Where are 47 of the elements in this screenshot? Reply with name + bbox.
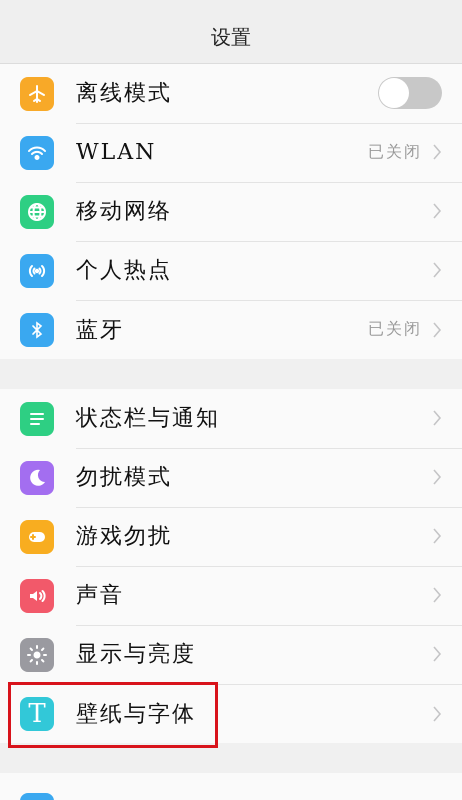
status-text: 已关闭 xyxy=(368,319,422,340)
speaker-icon xyxy=(20,578,54,612)
airplane-icon xyxy=(20,76,54,110)
bluetooth-icon xyxy=(20,312,54,346)
chevron-icon xyxy=(432,202,442,220)
text-icon: T xyxy=(20,696,54,730)
chevron-icon xyxy=(432,261,442,279)
setting-label: WLAN xyxy=(76,140,158,164)
setting-label: 离线模式 xyxy=(76,80,173,108)
wifi-icon xyxy=(20,136,54,170)
setting-label: 状态栏与通知 xyxy=(76,405,221,433)
setting-label: 移动网络 xyxy=(76,198,173,226)
settings-row[interactable]: T 壁纸与字体 xyxy=(0,684,462,743)
chevron-icon xyxy=(432,645,442,663)
chevron-icon xyxy=(432,143,442,161)
setting-label: 蓝牙 xyxy=(76,316,125,344)
moon-icon xyxy=(20,460,54,494)
settings-row[interactable]: 游戏勿扰 xyxy=(0,507,462,566)
gamepad-icon xyxy=(20,520,54,554)
settings-row[interactable]: 声音 xyxy=(0,566,462,625)
setting-label: 游戏勿扰 xyxy=(76,523,173,551)
list-icon xyxy=(20,402,54,436)
settings-row[interactable]: 状态栏与通知 xyxy=(0,389,462,448)
setting-label: 显示与亮度 xyxy=(76,641,197,669)
setting-label: 个人热点 xyxy=(76,257,173,285)
settings-row[interactable]: WLAN 已关闭 xyxy=(0,123,462,182)
chevron-icon xyxy=(432,468,442,486)
hotspot-icon xyxy=(20,254,54,288)
setting-label: 勿扰模式 xyxy=(76,464,173,492)
settings-row[interactable]: 蓝牙 已关闭 xyxy=(0,300,462,359)
setting-label: 声音 xyxy=(76,582,125,610)
setting-label: 壁纸与字体 xyxy=(76,700,197,728)
settings-row[interactable]: 离线模式 xyxy=(0,64,462,123)
settings-row[interactable]: 显示与亮度 xyxy=(0,625,462,684)
chevron-icon xyxy=(432,586,442,604)
toggle-switch[interactable] xyxy=(378,77,442,109)
chevron-icon xyxy=(432,320,442,338)
status-text: 已关闭 xyxy=(368,142,422,162)
globe-icon xyxy=(20,194,54,228)
chevron-icon xyxy=(432,409,442,427)
sun-icon xyxy=(20,638,54,672)
settings-row[interactable]: 移动网络 xyxy=(0,182,462,241)
page-title: 设置 xyxy=(211,24,251,51)
settings-row[interactable]: 勿扰模式 xyxy=(0,448,462,507)
chevron-icon xyxy=(432,704,442,722)
chevron-icon xyxy=(432,527,442,545)
settings-row[interactable]: 个人热点 xyxy=(0,241,462,300)
